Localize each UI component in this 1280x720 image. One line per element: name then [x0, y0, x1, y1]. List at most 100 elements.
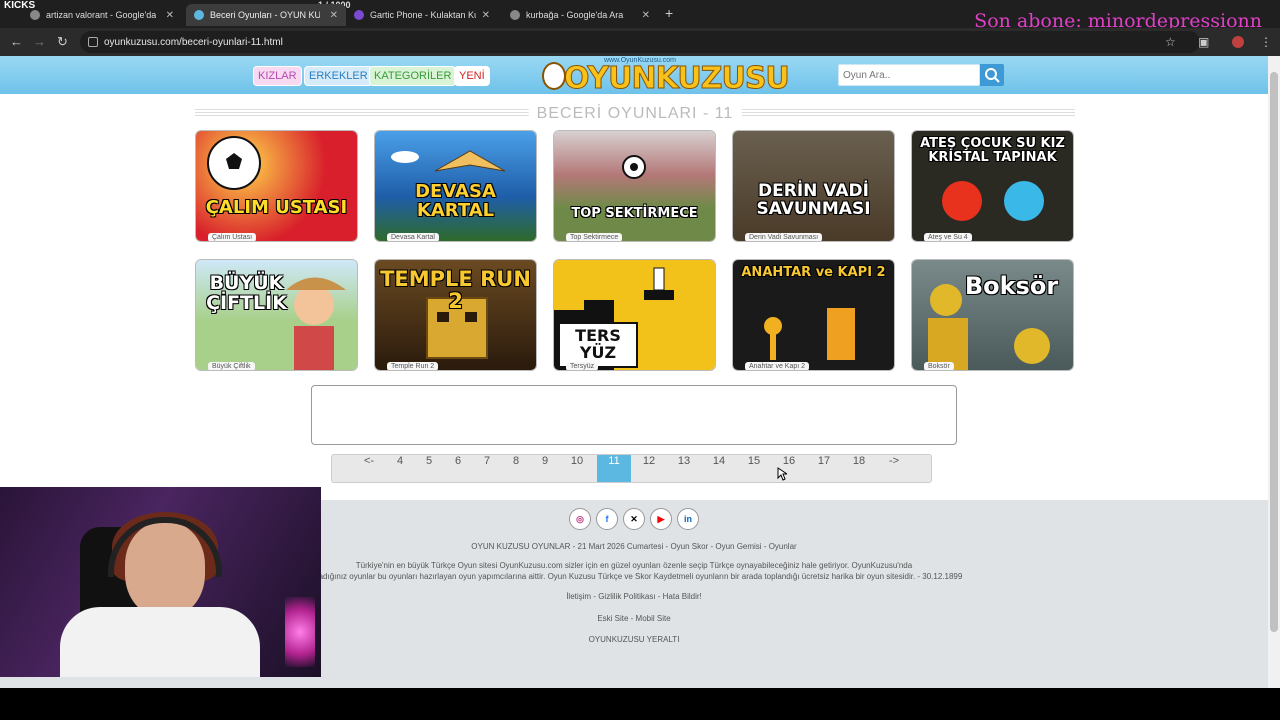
game-card[interactable]: ÇALIM USTASI Çalım Ustası — [195, 130, 358, 242]
linkedin-icon[interactable]: in — [677, 508, 699, 530]
forward-icon[interactable]: → — [33, 34, 46, 49]
pagination-next[interactable]: -> — [877, 455, 911, 482]
game-art-title: TERS YÜZ — [558, 322, 638, 368]
page-scrollbar[interactable] — [1268, 56, 1280, 688]
pagination-page[interactable]: 10 — [560, 455, 594, 482]
x-icon[interactable]: ✕ — [623, 508, 645, 530]
url-text: oyunkuzusu.com/beceri-oyunlari-11.html — [104, 36, 283, 48]
nav-yeni[interactable]: YENİ — [454, 66, 490, 86]
tab-title: Gartic Phone - Kulaktan Kulağa — [370, 10, 476, 20]
site-favicon-icon — [194, 10, 204, 20]
tab-title: Beceri Oyunları - OYUN KUZUSU — [210, 10, 320, 20]
google-icon — [30, 10, 40, 20]
game-art-title: TEMPLE RUN 2 — [380, 267, 531, 314]
screen: KICKS 1 / 1000 artizan valorant - Google… — [0, 0, 1280, 720]
game-art-title: Boksör — [964, 272, 1059, 300]
game-art-title: DEVASA KARTAL — [415, 181, 496, 221]
pagination-prev[interactable]: <- — [352, 455, 386, 482]
nav-kizlar[interactable]: KIZLAR — [253, 66, 302, 86]
close-tab-icon[interactable]: ✕ — [330, 10, 338, 21]
rgb-light — [285, 597, 315, 667]
game-name: Çalım Ustası — [208, 233, 257, 241]
pagination-page[interactable]: 18 — [842, 455, 876, 482]
profile-avatar[interactable] — [1232, 36, 1244, 48]
pagination: <- 4 5 6 7 8 9 10 11 12 13 14 15 16 17 1… — [331, 454, 932, 483]
bookmark-star-icon[interactable]: ☆ — [1165, 35, 1176, 49]
pagination-page[interactable]: 15 — [737, 455, 771, 482]
browser-tab[interactable]: Gartic Phone - Kulaktan Kulağa ✕ — [346, 4, 498, 26]
instagram-icon[interactable]: ◎ — [569, 508, 591, 530]
game-thumbnail: Boksör — [912, 260, 1073, 370]
game-name: Top Sektirmece — [566, 233, 623, 241]
game-card[interactable]: TERS YÜZ Tersyüz — [553, 259, 716, 371]
gartic-icon — [354, 10, 364, 20]
page-title-text: BECERİ OYUNLARI - 11 — [528, 105, 742, 123]
game-name: Temple Run 2 — [387, 362, 439, 370]
browser-tab-bar: KICKS 1 / 1000 artizan valorant - Google… — [0, 0, 1280, 32]
pagination-page-current[interactable]: 11 — [597, 455, 631, 482]
tab-title: kurbağa - Google'da Ara — [526, 10, 624, 20]
game-name: Anahtar ve Kapı 2 — [745, 362, 810, 370]
lamb-mascot-icon — [542, 62, 566, 90]
game-card[interactable]: ANAHTAR ve KAPI 2 Anahtar ve Kapı 2 — [732, 259, 895, 371]
menu-kebab-icon[interactable]: ⋮ — [1260, 35, 1272, 49]
pagination-page[interactable]: 13 — [667, 455, 701, 482]
soccer-ball-icon — [207, 136, 261, 190]
url-field[interactable]: oyunkuzusu.com/beceri-oyunlari-11.html — [80, 31, 1200, 53]
game-art-title: BÜYÜK ÇİFTLİK — [206, 272, 287, 314]
search-button[interactable] — [980, 64, 1004, 86]
close-tab-icon[interactable]: ✕ — [166, 10, 174, 21]
browser-address-bar: ← → ↻ oyunkuzusu.com/beceri-oyunlari-11.… — [0, 28, 1280, 56]
back-icon[interactable]: ← — [10, 34, 23, 49]
game-thumbnail: DEVASA KARTAL — [375, 131, 536, 241]
game-art-title: ATEŞ ÇOCUK SU KIZ KRİSTAL TAPINAK — [920, 136, 1065, 165]
new-tab-icon[interactable]: + — [665, 5, 673, 21]
site-info-icon[interactable] — [88, 37, 98, 47]
nav-kategoriler[interactable]: KATEGORİLER — [369, 66, 457, 86]
game-thumbnail: TOP SEKTİRMECE — [554, 131, 715, 241]
game-card[interactable]: ATEŞ ÇOCUK SU KIZ KRİSTAL TAPINAK Ateş v… — [911, 130, 1074, 242]
ball-icon — [622, 155, 646, 179]
streamer-body — [60, 607, 260, 677]
webcam-overlay — [0, 487, 321, 677]
game-art-title: ÇALIM USTASI — [205, 197, 348, 218]
game-thumbnail: ÇALIM USTASI — [196, 131, 357, 241]
browser-tab-active[interactable]: Beceri Oyunları - OYUN KUZUSU ✕ — [186, 4, 346, 26]
youtube-icon[interactable]: ▶ — [650, 508, 672, 530]
pagination-page[interactable]: 12 — [632, 455, 666, 482]
screen-bottom-bar — [0, 688, 1280, 720]
game-thumbnail: BÜYÜK ÇİFTLİK — [196, 260, 357, 370]
pagination-page[interactable]: 9 — [528, 455, 562, 482]
pagination-page[interactable]: 17 — [807, 455, 841, 482]
logo-text: OYUNKUZUSU — [564, 61, 791, 97]
extensions-icon[interactable]: ▣ — [1198, 35, 1209, 49]
search-placeholder: Oyun Ara.. — [843, 69, 891, 81]
site-logo[interactable]: www.OyunKuzusu.com OYUNKUZUSU — [542, 57, 790, 97]
game-card[interactable]: TEMPLE RUN 2 Temple Run 2 — [374, 259, 537, 371]
facebook-icon[interactable]: f — [596, 508, 618, 530]
close-tab-icon[interactable]: ✕ — [642, 10, 650, 21]
browser-tab[interactable]: kurbağa - Google'da Ara ✕ — [502, 4, 658, 26]
page-title: BECERİ OYUNLARI - 11 — [195, 105, 1075, 123]
game-thumbnail: TEMPLE RUN 2 — [375, 260, 536, 370]
search-icon — [985, 68, 1000, 83]
game-card[interactable]: DERİN VADİ SAVUNMASI Derin Vadi Savunmas… — [732, 130, 895, 242]
game-card[interactable]: BÜYÜK ÇİFTLİK Büyük Çiftlik — [195, 259, 358, 371]
browser-tab[interactable]: artizan valorant - Google'da Ara ✕ — [22, 4, 182, 26]
pagination-page[interactable]: 14 — [702, 455, 736, 482]
reload-icon[interactable]: ↻ — [57, 34, 68, 50]
game-thumbnail: TERS YÜZ — [554, 260, 715, 370]
game-name: Büyük Çiftlik — [208, 362, 255, 370]
close-tab-icon[interactable]: ✕ — [482, 10, 490, 21]
scrollbar-thumb[interactable] — [1270, 72, 1278, 632]
google-icon — [510, 10, 520, 20]
game-card[interactable]: DEVASA KARTAL Devasa Kartal — [374, 130, 537, 242]
game-card[interactable]: Boksör Boksör — [911, 259, 1074, 371]
game-name: Boksör — [924, 362, 954, 370]
game-name: Ateş ve Su 4 — [924, 233, 972, 241]
search-input[interactable]: Oyun Ara.. — [838, 64, 980, 86]
game-card[interactable]: TOP SEKTİRMECE Top Sektirmece — [553, 130, 716, 242]
game-thumbnail: ANAHTAR ve KAPI 2 — [733, 260, 894, 370]
tab-title: artizan valorant - Google'da Ara — [46, 10, 156, 20]
nav-erkekler[interactable]: ERKEKLER — [304, 66, 373, 86]
